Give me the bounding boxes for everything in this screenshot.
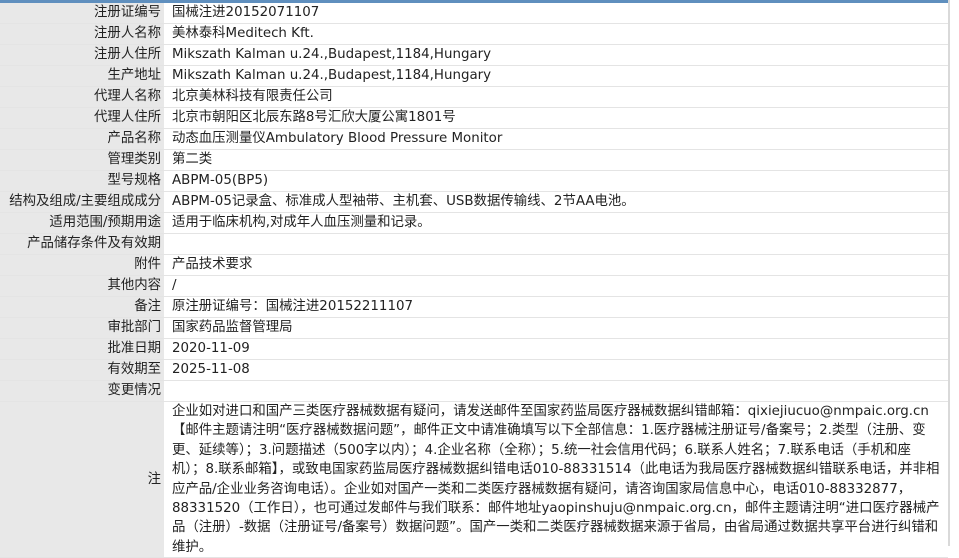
row-storage: 产品储存条件及有效期 (0, 233, 948, 255)
value-agent-address: 北京市朝阳区北辰东路8号汇欣大厦公寓1801号 (164, 107, 948, 129)
row-approval-dept: 审批部门 国家药品监督管理局 (0, 317, 948, 339)
label-approval-date: 批准日期 (0, 338, 164, 360)
value-approval-dept: 国家药品监督管理局 (164, 317, 948, 339)
label-registrant-name: 注册人名称 (0, 23, 164, 45)
value-registrant-name: 美林泰科Meditech Kft. (164, 23, 948, 45)
value-approval-date: 2020-11-09 (164, 338, 948, 360)
value-production-address: Mikszath Kalman u.24.,Budapest,1184,Hung… (164, 65, 948, 87)
row-approval-date: 批准日期 2020-11-09 (0, 338, 948, 360)
label-production-address: 生产地址 (0, 65, 164, 87)
row-model: 型号规格 ABPM-05(BP5) (0, 170, 948, 192)
value-composition: ABPM-05记录盒、标准成人型袖带、主机套、USB数据传输线、2节AA电池。 (164, 191, 948, 213)
row-attachment: 附件 产品技术要求 (0, 254, 948, 276)
label-attachment: 附件 (0, 254, 164, 276)
label-storage: 产品储存条件及有效期 (0, 233, 164, 255)
row-composition: 结构及组成/主要组成成分 ABPM-05记录盒、标准成人型袖带、主机套、USB数… (0, 191, 948, 213)
value-registrant-address: Mikszath Kalman u.24.,Budapest,1184,Hung… (164, 44, 948, 66)
label-remark: 备注 (0, 296, 164, 318)
value-attachment: 产品技术要求 (164, 254, 948, 276)
label-other: 其他内容 (0, 275, 164, 297)
label-intended-use: 适用范围/预期用途 (0, 212, 164, 234)
right-border (948, 0, 950, 546)
label-model: 型号规格 (0, 170, 164, 192)
row-reg-no: 注册证编号 国械注进20152071107 (0, 3, 948, 24)
row-management-class: 管理类别 第二类 (0, 149, 948, 171)
row-remark: 备注 原注册证编号：国械注进20152211107 (0, 296, 948, 318)
row-product-name: 产品名称 动态血压测量仪Ambulatory Blood Pressure Mo… (0, 128, 948, 150)
label-composition: 结构及组成/主要组成成分 (0, 191, 164, 213)
value-agent-name: 北京美林科技有限责任公司 (164, 86, 948, 108)
row-agent-name: 代理人名称 北京美林科技有限责任公司 (0, 86, 948, 108)
label-management-class: 管理类别 (0, 149, 164, 171)
label-approval-dept: 审批部门 (0, 317, 164, 339)
label-change-info: 变更情况 (0, 380, 164, 402)
label-expiry-date: 有效期至 (0, 359, 164, 381)
row-registrant-address: 注册人住所 Mikszath Kalman u.24.,Budapest,118… (0, 44, 948, 66)
value-other: / (164, 275, 948, 297)
value-note: 企业如对进口和国产三类医疗器械数据有疑问，请发送邮件至国家药监局医疗器械数据纠错… (164, 401, 948, 558)
label-agent-name: 代理人名称 (0, 86, 164, 108)
value-storage (164, 233, 948, 255)
value-remark: 原注册证编号：国械注进20152211107 (164, 296, 948, 318)
label-note: 注 (0, 401, 164, 558)
label-registrant-address: 注册人住所 (0, 44, 164, 66)
note-text: 企业如对进口和国产三类医疗器械数据有疑问，请发送邮件至国家药监局医疗器械数据纠错… (172, 404, 940, 555)
label-agent-address: 代理人住所 (0, 107, 164, 129)
value-intended-use: 适用于临床机构,对成年人血压测量和记录。 (164, 212, 948, 234)
label-reg-no: 注册证编号 (0, 3, 164, 24)
value-expiry-date: 2025-11-08 (164, 359, 948, 381)
label-product-name: 产品名称 (0, 128, 164, 150)
row-intended-use: 适用范围/预期用途 适用于临床机构,对成年人血压测量和记录。 (0, 212, 948, 234)
value-management-class: 第二类 (164, 149, 948, 171)
value-change-info (164, 380, 948, 402)
row-agent-address: 代理人住所 北京市朝阳区北辰东路8号汇欣大厦公寓1801号 (0, 107, 948, 129)
value-model: ABPM-05(BP5) (164, 170, 948, 192)
row-note: 注 企业如对进口和国产三类医疗器械数据有疑问，请发送邮件至国家药监局医疗器械数据… (0, 401, 948, 558)
device-detail-table: 注册证编号 国械注进20152071107 注册人名称 美林泰科Meditech… (0, 3, 948, 558)
row-production-address: 生产地址 Mikszath Kalman u.24.,Budapest,1184… (0, 65, 948, 87)
row-other: 其他内容 / (0, 275, 948, 297)
row-registrant-name: 注册人名称 美林泰科Meditech Kft. (0, 23, 948, 45)
row-change-info: 变更情况 (0, 380, 948, 402)
value-product-name: 动态血压测量仪Ambulatory Blood Pressure Monitor (164, 128, 948, 150)
value-reg-no: 国械注进20152071107 (164, 3, 948, 24)
row-expiry-date: 有效期至 2025-11-08 (0, 359, 948, 381)
